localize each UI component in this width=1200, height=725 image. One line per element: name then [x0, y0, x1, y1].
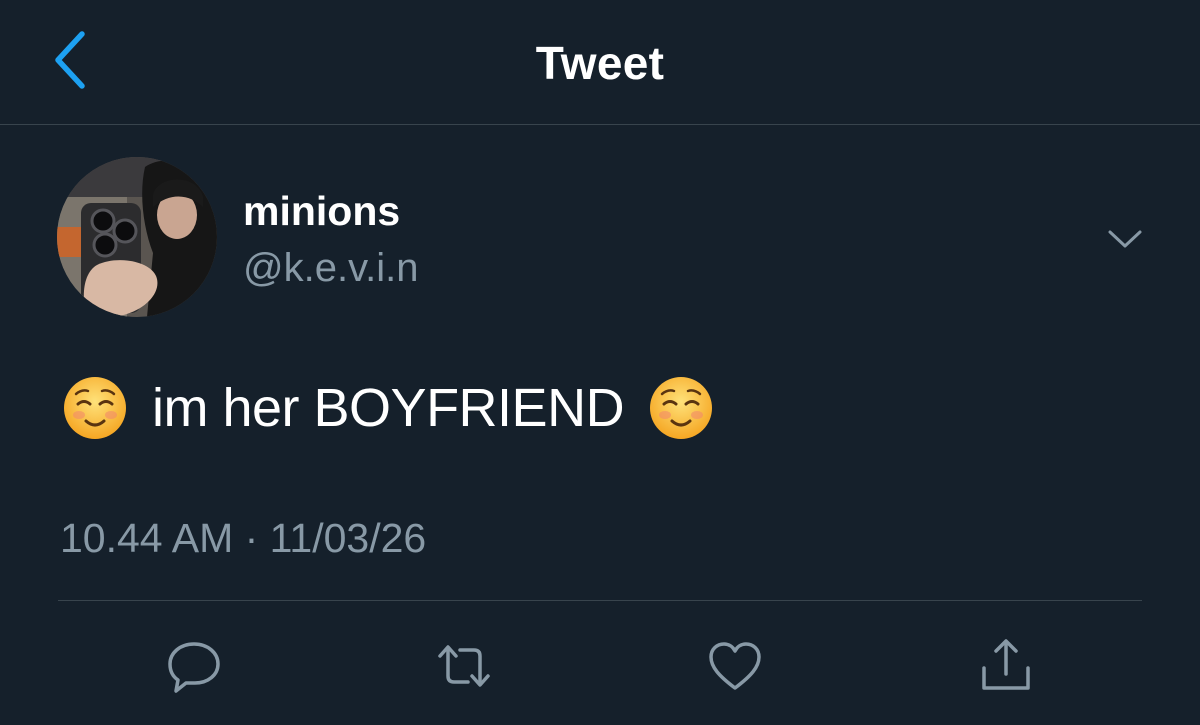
retweet-button[interactable]	[434, 636, 494, 696]
chevron-down-icon	[1108, 230, 1142, 248]
tweet-body: im her BOYFRIEND	[62, 374, 714, 442]
smiling-face-icon	[64, 377, 126, 439]
page-title: Tweet	[535, 37, 665, 89]
top-bar: Tweet	[0, 0, 1200, 125]
tweet-options-button[interactable]	[1102, 222, 1148, 256]
share-icon	[982, 639, 1030, 690]
tweet-timestamp[interactable]: 10.44 AM · 11/03/26	[60, 515, 426, 562]
divider	[58, 600, 1142, 601]
tweet-text: im her BOYFRIEND	[152, 378, 625, 438]
retweet-icon	[438, 645, 490, 687]
avatar[interactable]	[57, 157, 217, 317]
avatar-photo	[57, 157, 217, 317]
heart-icon	[709, 642, 761, 690]
display-name[interactable]: minions	[243, 188, 400, 235]
reply-button[interactable]	[164, 636, 224, 696]
like-button[interactable]	[705, 636, 765, 696]
reply-icon	[168, 642, 220, 693]
user-handle[interactable]: @k.e.v.i.n	[243, 246, 418, 291]
share-button[interactable]	[976, 636, 1036, 696]
smiling-face-icon	[650, 377, 713, 439]
